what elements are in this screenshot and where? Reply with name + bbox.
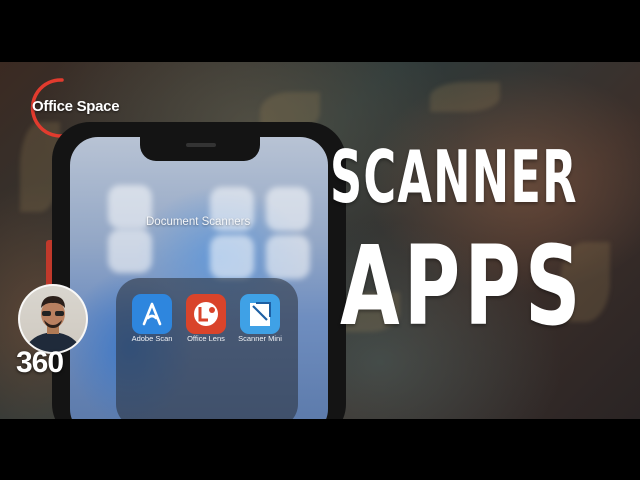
badge-360: 360: [16, 346, 64, 379]
phone-notch: [140, 137, 260, 161]
thumbnail: Office Space Document Scanners Adobe Sca…: [0, 0, 640, 480]
scanner-mini-icon[interactable]: [240, 294, 280, 334]
letterbox-bottom: [0, 419, 640, 480]
host-avatar-icon: [18, 284, 88, 354]
title-line-2: APPS: [340, 222, 585, 350]
folder-title: Document Scanners: [146, 216, 251, 228]
app-label-scanner-mini: Scanner Mini: [238, 334, 282, 343]
letterbox-top: [0, 0, 640, 62]
office-lens-icon[interactable]: [186, 294, 226, 334]
logo-text: Office Space: [32, 98, 120, 115]
adobe-scan-icon[interactable]: [132, 294, 172, 334]
title-line-1: SCANNER: [330, 135, 578, 219]
phone-speaker: [186, 143, 216, 147]
